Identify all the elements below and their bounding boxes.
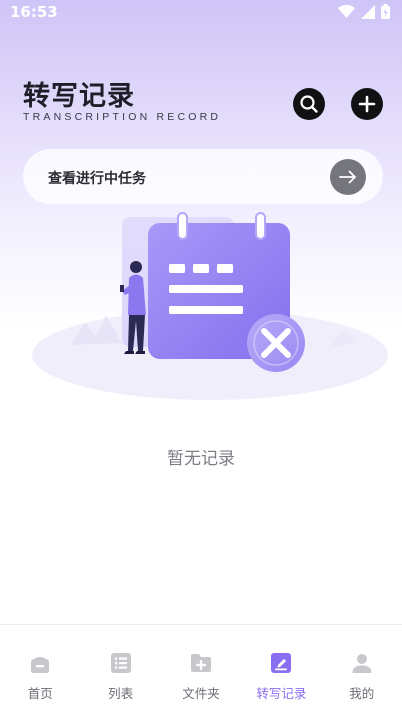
search-icon: [300, 95, 318, 113]
status-time: 16:53: [10, 3, 58, 21]
tab-transcription-records-label: 转写记录: [256, 686, 307, 701]
tab-folder[interactable]: 文件夹: [161, 625, 241, 717]
home-icon: [31, 657, 50, 673]
add-button[interactable]: [351, 88, 383, 120]
status-bar: 16:53: [0, 0, 402, 24]
tab-list-label: 列表: [108, 686, 134, 701]
tab-folder-label: 文件夹: [182, 686, 220, 701]
tab-transcription-records[interactable]: 转写记录: [241, 625, 321, 717]
signal-icon: [361, 4, 375, 19]
tab-profile[interactable]: 我的: [322, 625, 402, 717]
in-progress-tasks-arrow-button[interactable]: [330, 159, 366, 195]
bottom-tab-bar: 首页 列表 文件夹 转写记录 我的: [0, 624, 402, 717]
search-button[interactable]: [293, 88, 325, 120]
edit-document-icon: [271, 653, 292, 673]
plus-icon: [358, 95, 376, 113]
folder-add-icon: [190, 654, 211, 672]
in-progress-tasks-bar[interactable]: 查看进行中任务: [23, 149, 383, 204]
tab-list[interactable]: 列表: [80, 625, 160, 717]
battery-icon: [381, 4, 390, 19]
list-icon: [110, 653, 131, 673]
status-icons: [338, 4, 390, 19]
user-icon: [352, 654, 372, 673]
in-progress-tasks-label: 查看进行中任务: [48, 171, 146, 187]
tab-home-label: 首页: [27, 686, 53, 701]
tab-home[interactable]: 首页: [0, 625, 80, 717]
page-subtitle: TRANSCRIPTION RECORD: [23, 111, 222, 123]
empty-state-illustration: [32, 212, 388, 400]
empty-state-message: 暂无记录: [167, 449, 235, 469]
arrow-right-icon: [339, 170, 356, 184]
wifi-icon: [338, 5, 355, 18]
page-title: 转写记录: [23, 81, 135, 112]
tab-profile-label: 我的: [349, 686, 375, 701]
